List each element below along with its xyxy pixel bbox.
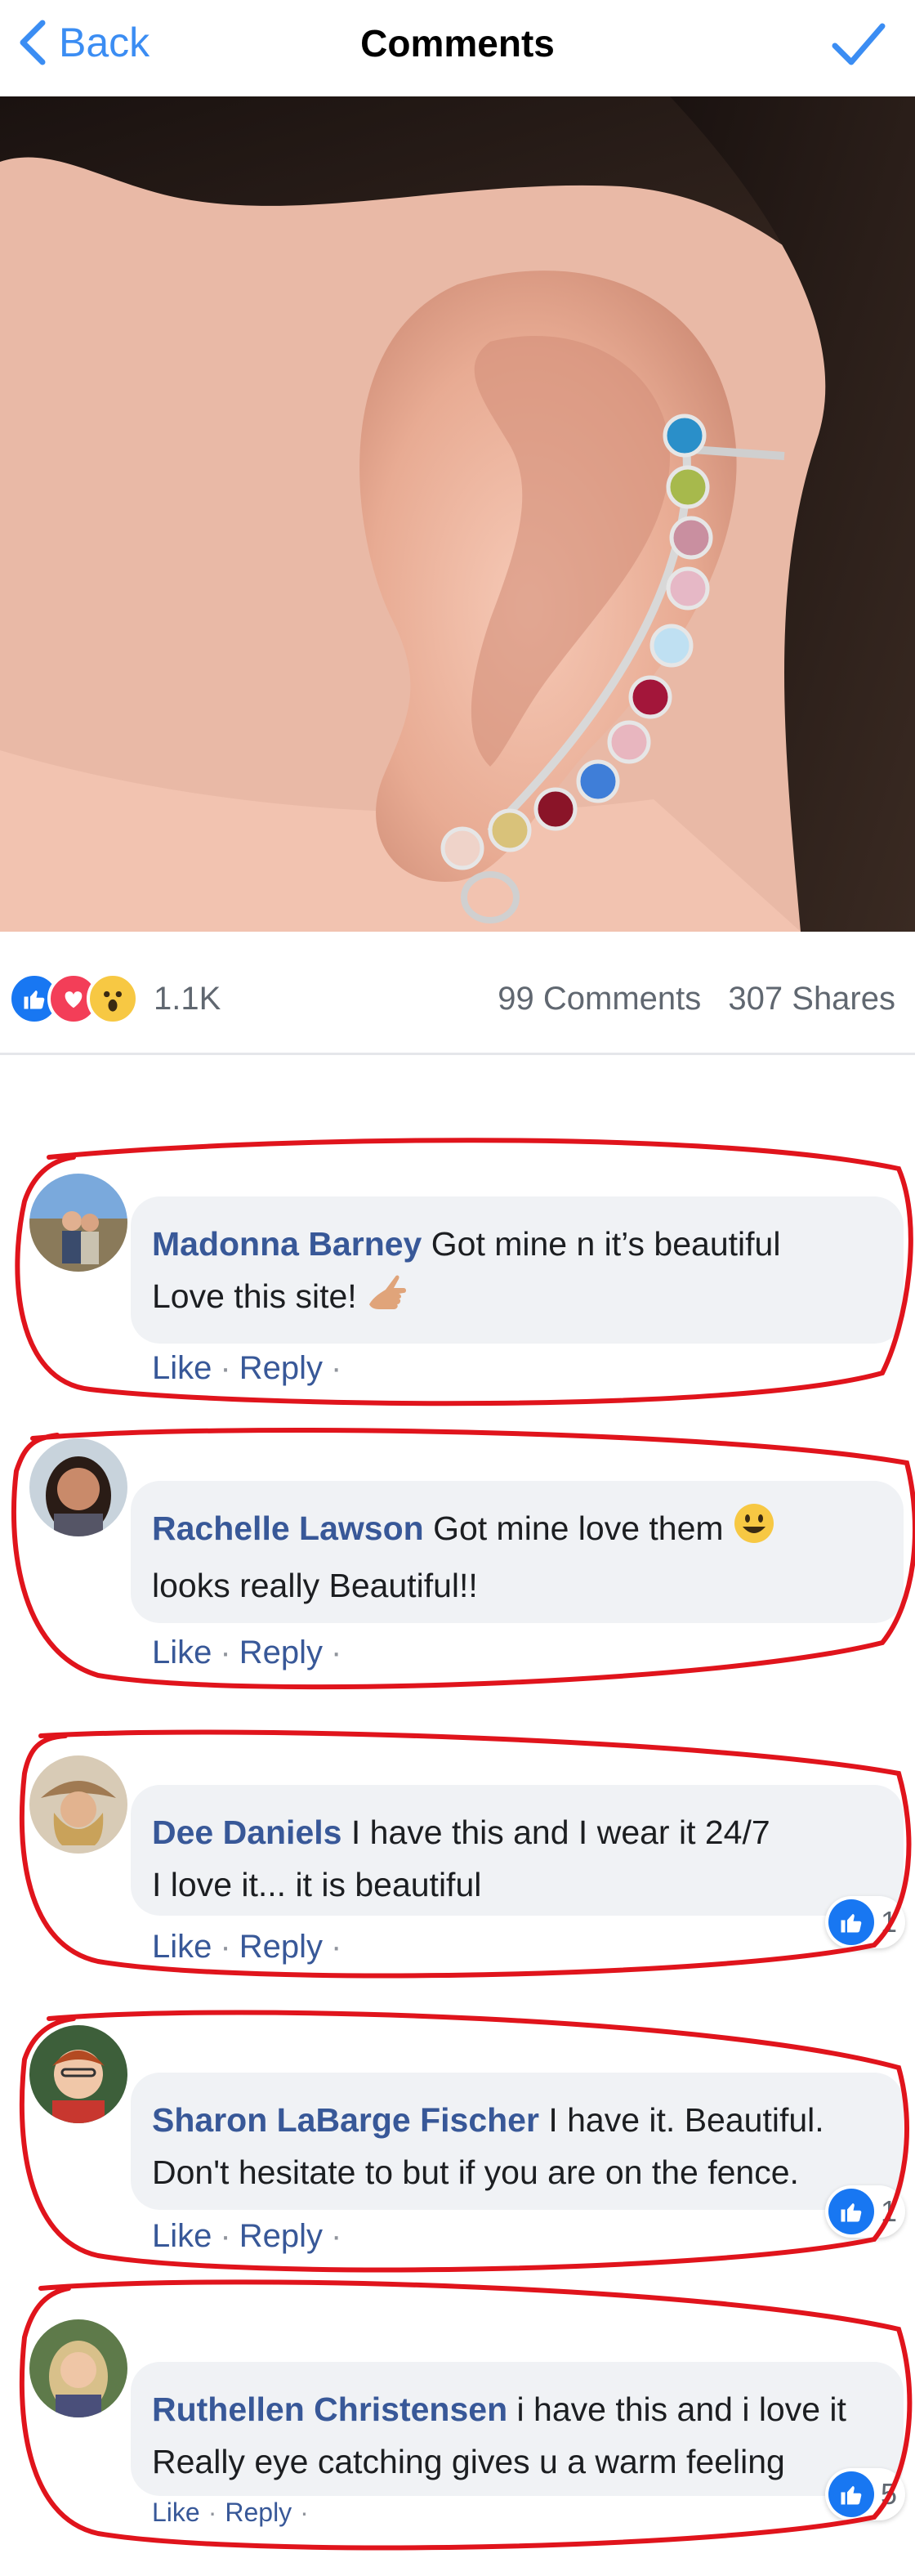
comment-actions: Like · Reply ·	[152, 1635, 342, 1670]
comments-count[interactable]: 99 Comments	[498, 981, 701, 1017]
like-icon	[828, 2471, 874, 2517]
reply-link[interactable]: Reply	[239, 1635, 323, 1670]
comment-like-count[interactable]: 1	[824, 2185, 905, 2238]
comment-bubble: Madonna Barney Got mine n it’s beautiful…	[131, 1196, 904, 1344]
like-count: 1	[880, 1905, 897, 1939]
comment-bubble: Dee Daniels I have this and I wear it 24…	[131, 1785, 904, 1916]
like-link[interactable]: Like	[152, 2218, 212, 2254]
avatar[interactable]	[29, 2319, 127, 2417]
comment-text-1: I have this and I wear it 24/7	[350, 1813, 770, 1851]
like-link[interactable]: Like	[152, 1929, 212, 1965]
comment-text-2: I love it... it is beautiful	[152, 1866, 482, 1903]
comment-text-2: Really eye catching gives u a warm feeli…	[152, 2443, 785, 2480]
comment-bubble: Ruthellen Christensen i have this and i …	[131, 2362, 904, 2496]
comment-bubble: Sharon LaBarge Fischer I have it. Beauti…	[131, 2073, 904, 2210]
comment-text-1: i have this and i love it	[516, 2390, 846, 2428]
comment-author[interactable]: Madonna Barney	[152, 1225, 422, 1263]
reply-link[interactable]: Reply	[225, 2498, 292, 2527]
reply-link[interactable]: Reply	[239, 2218, 323, 2254]
avatar[interactable]	[29, 2025, 127, 2123]
comment-text-1: Got mine n it’s beautiful	[431, 1225, 781, 1263]
reaction-count: 1.1K	[154, 980, 221, 1017]
comments-shares: 99 Comments 307 Shares	[480, 981, 895, 1017]
wow-reaction-icon	[87, 973, 139, 1025]
comment-like-count[interactable]: 5	[824, 2468, 905, 2520]
grinning-emoji-icon	[733, 1502, 775, 1559]
ear-cuff-photo	[0, 96, 915, 932]
avatar[interactable]	[29, 1174, 127, 1272]
comment-author[interactable]: Sharon LaBarge Fischer	[152, 2101, 539, 2139]
shares-count[interactable]: 307 Shares	[728, 981, 895, 1017]
comment-bubble: Rachelle Lawson Got mine love them looks…	[131, 1481, 904, 1623]
comment-text-2: Don't hesitate to but if you are on the …	[152, 2153, 799, 2191]
avatar[interactable]	[29, 1755, 127, 1854]
comment-actions: Like · Reply ·	[152, 2218, 342, 2254]
like-icon	[828, 1899, 874, 1945]
comment-actions: Like · Reply ·	[152, 2498, 309, 2527]
like-count: 5	[880, 2477, 897, 2511]
comment-actions: Like · Reply ·	[152, 1929, 342, 1965]
navigation-bar: Back Comments	[0, 0, 915, 96]
like-link[interactable]: Like	[152, 2498, 200, 2527]
post-photo[interactable]	[0, 96, 915, 932]
comment-text-1: I have it. Beautiful.	[548, 2101, 824, 2139]
page-title: Comments	[360, 22, 555, 65]
pointing-hand-emoji-icon	[366, 1272, 415, 1326]
post-stats-bar: 1.1K 99 Comments 307 Shares	[0, 932, 915, 1055]
like-count: 1	[880, 2194, 897, 2228]
like-link[interactable]: Like	[152, 1635, 212, 1670]
reply-link[interactable]: Reply	[239, 1350, 323, 1386]
comment-text-1: Got mine love them	[433, 1509, 724, 1547]
comment-actions: Like · Reply ·	[152, 1350, 342, 1386]
comment-text-2: looks really Beautiful!!	[152, 1567, 478, 1605]
like-link[interactable]: Like	[152, 1350, 212, 1386]
avatar[interactable]	[29, 1438, 127, 1536]
comment-author[interactable]: Dee Daniels	[152, 1813, 341, 1851]
comment-like-count[interactable]: 1	[824, 1896, 905, 1948]
comment-text-2: Love this site!	[152, 1277, 357, 1315]
reply-link[interactable]: Reply	[239, 1929, 323, 1965]
like-icon	[828, 2189, 874, 2234]
comment-author[interactable]: Rachelle Lawson	[152, 1509, 424, 1547]
checkmark-icon[interactable]	[830, 20, 887, 69]
comment-author[interactable]: Ruthellen Christensen	[152, 2390, 507, 2428]
reactions-summary[interactable]: 1.1K	[8, 973, 221, 1025]
